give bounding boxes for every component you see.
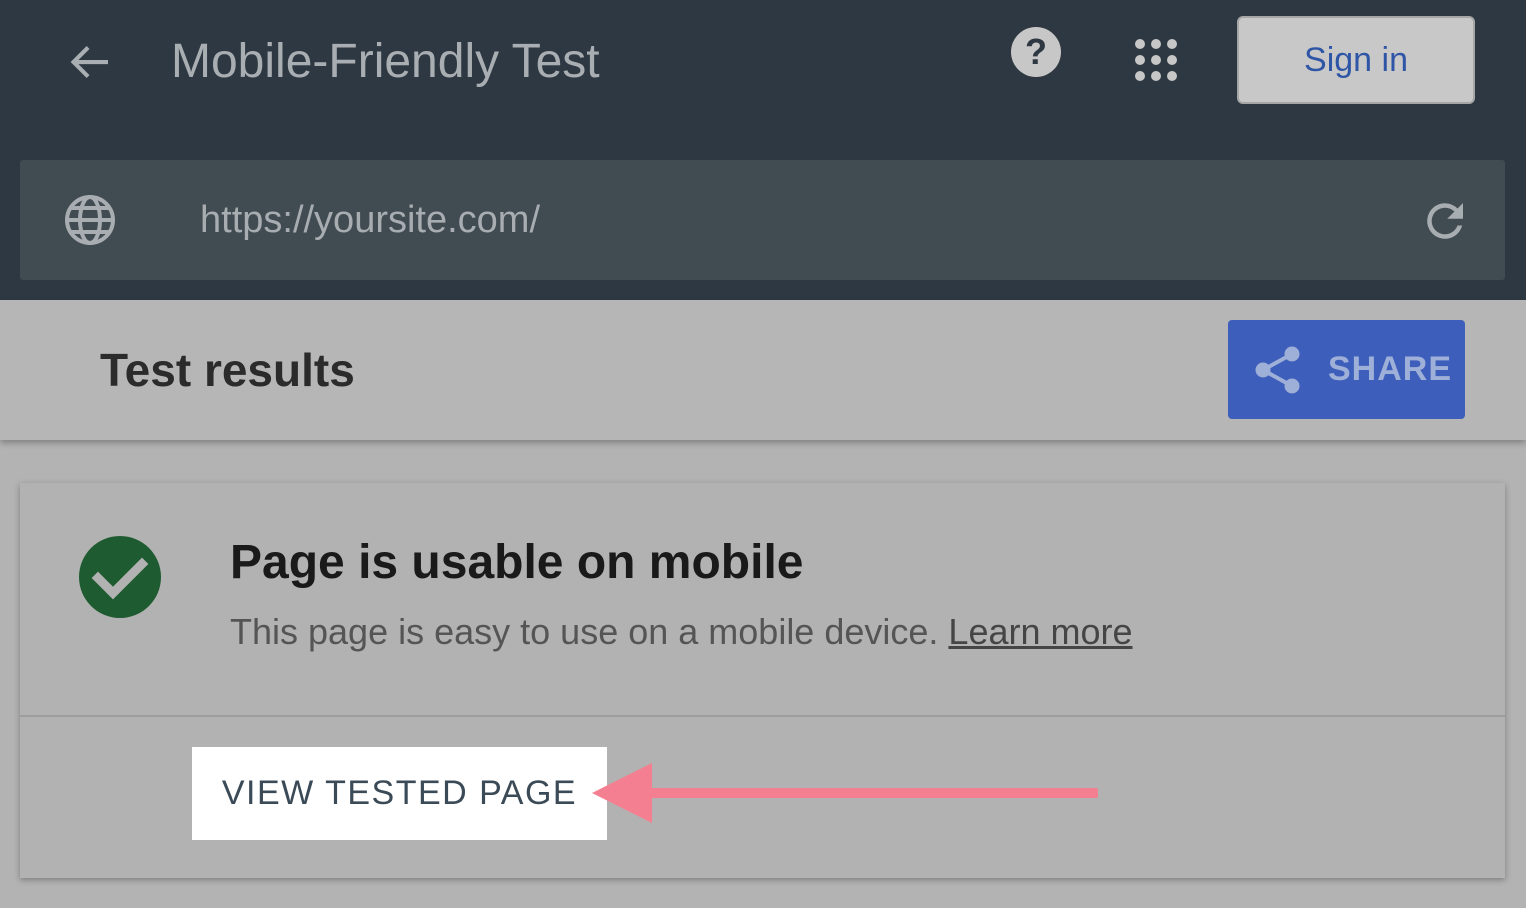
sign-in-button[interactable]: Sign in — [1237, 16, 1475, 104]
url-input[interactable]: https://yoursite.com/ — [200, 190, 540, 250]
card-divider — [20, 715, 1505, 717]
arrow-left-annotation — [592, 763, 1098, 823]
reload-button[interactable] — [1418, 194, 1472, 248]
help-icon: ? — [1011, 27, 1061, 77]
help-button[interactable]: ? — [1006, 22, 1066, 82]
learn-more-link[interactable]: Learn more — [948, 611, 1132, 652]
share-icon — [1255, 346, 1300, 394]
results-header: Test results SHARE — [0, 300, 1526, 440]
svg-text:?: ? — [1025, 31, 1047, 72]
result-description: This page is easy to use on a mobile dev… — [230, 607, 1133, 657]
top-app-bar: Mobile-Friendly Test ? Sign in https://y… — [0, 0, 1526, 300]
apps-button[interactable] — [1126, 30, 1186, 90]
view-tested-page-button[interactable]: VIEW TESTED PAGE — [192, 747, 607, 840]
results-title: Test results — [100, 344, 355, 396]
apps-grid-icon — [1135, 39, 1177, 81]
result-heading: Page is usable on mobile — [230, 536, 804, 589]
globe-icon — [65, 195, 115, 245]
result-description-text: This page is easy to use on a mobile dev… — [230, 611, 939, 652]
back-button[interactable] — [58, 30, 122, 94]
arrow-back-icon — [70, 46, 108, 78]
share-button[interactable]: SHARE — [1228, 320, 1465, 419]
app-title: Mobile-Friendly Test — [171, 35, 600, 88]
url-input-bar[interactable]: https://yoursite.com/ — [20, 160, 1505, 280]
reload-icon — [1427, 203, 1463, 239]
check-circle-icon — [79, 536, 161, 618]
share-label: SHARE — [1328, 350, 1453, 388]
